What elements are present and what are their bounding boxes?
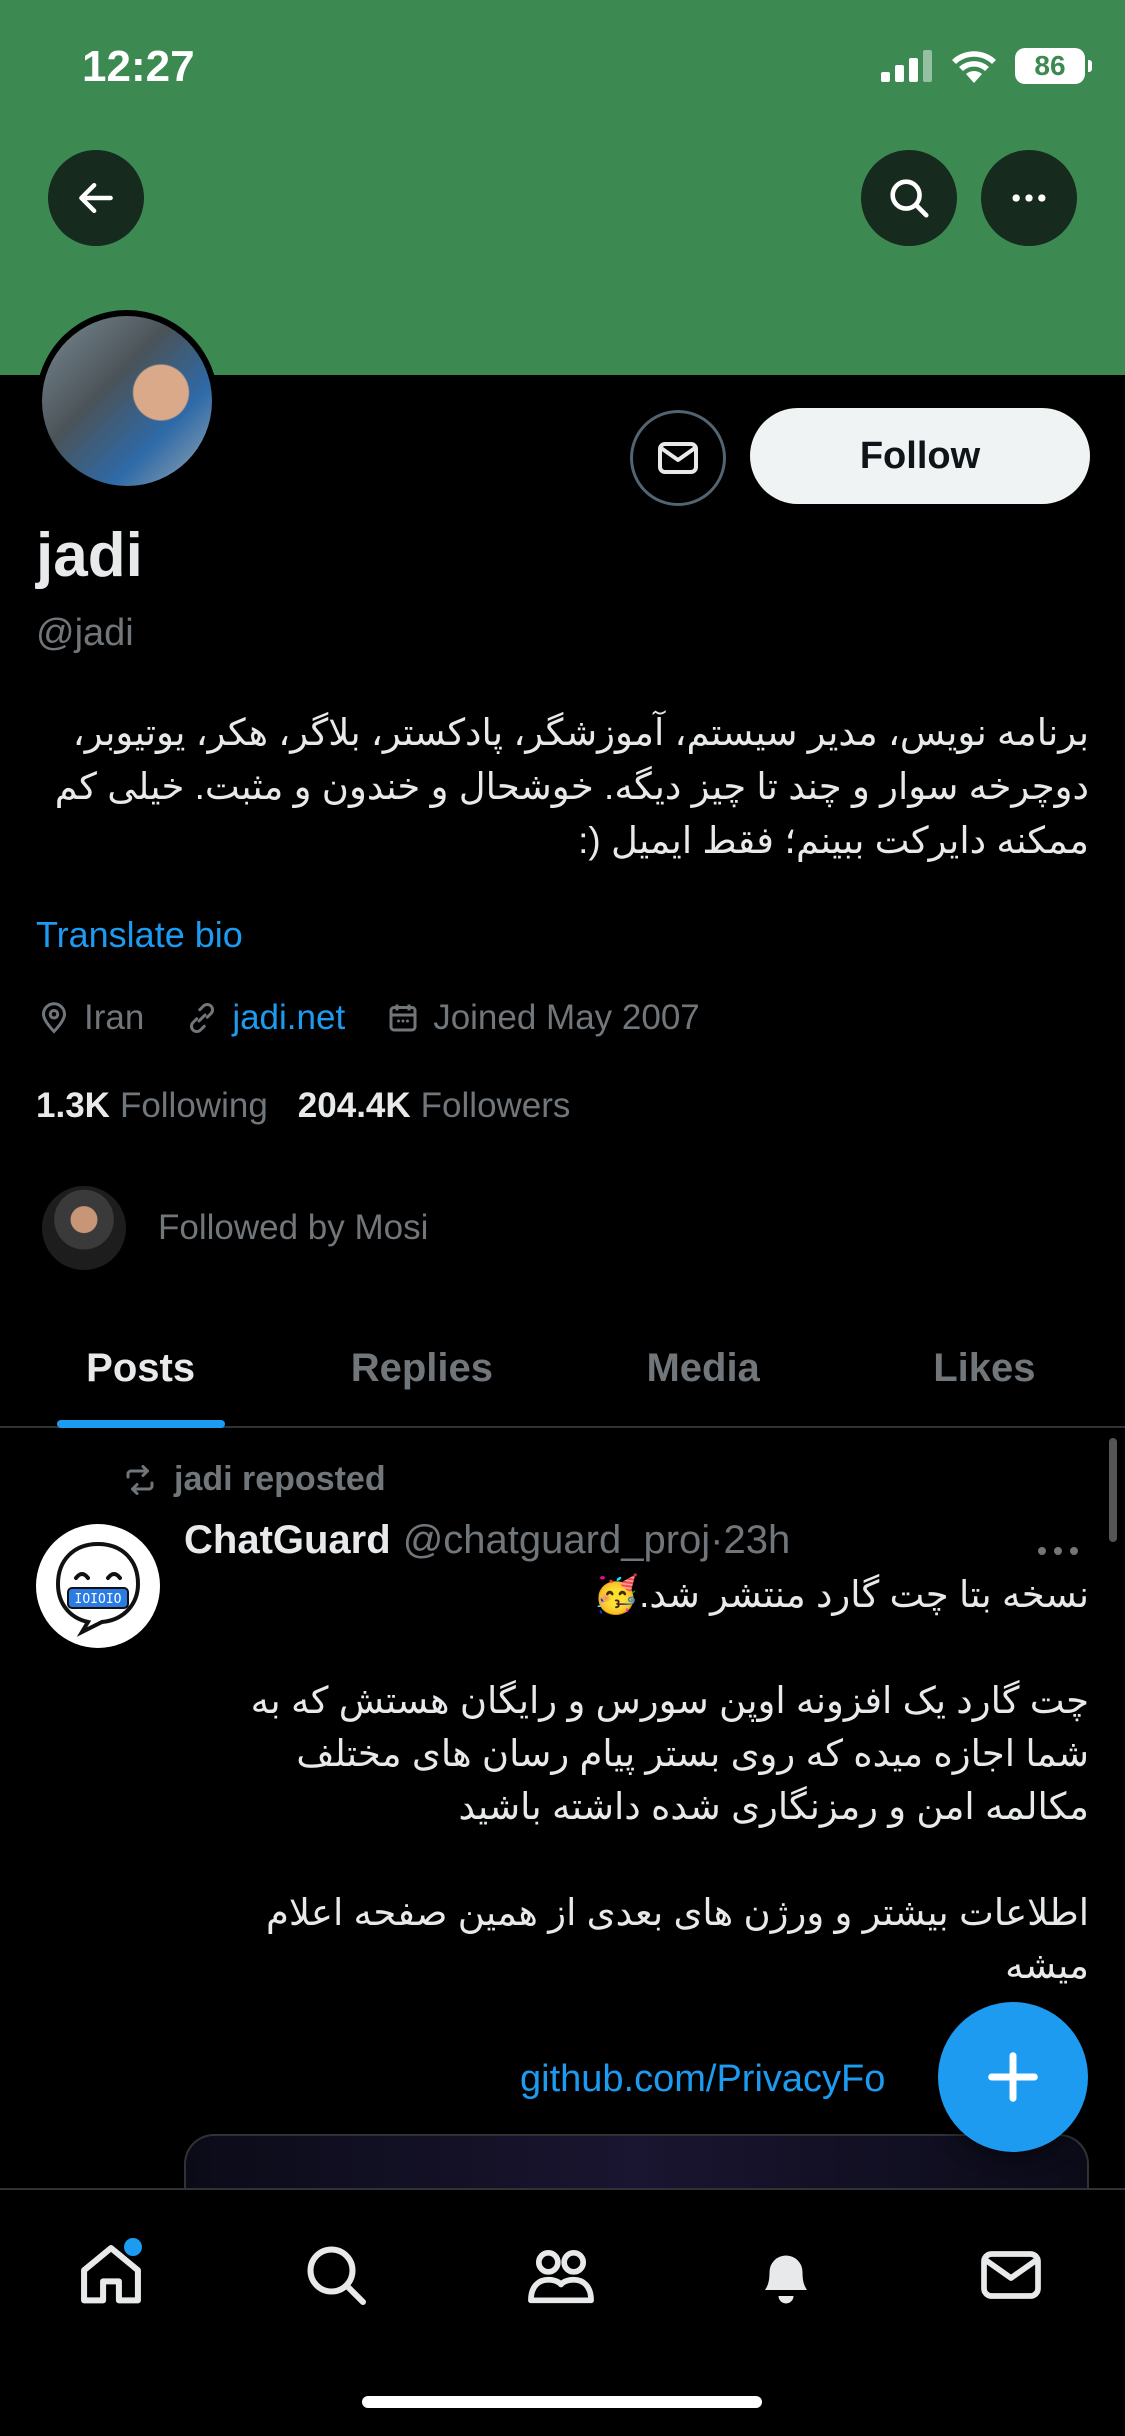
post-paragraph: اطلاعات بیشتر و ورژن های بعدی از همین صف… xyxy=(265,1892,1089,1986)
profile-handle: @jadi xyxy=(36,612,134,654)
repost-indicator: jadi reposted xyxy=(120,1460,386,1499)
search-button[interactable] xyxy=(861,150,957,246)
post-paragraph: نسخه بتا چت گارد منتشر شد.🥳 xyxy=(593,1574,1089,1615)
profile-meta: Iran jadi.net Joined May 2007 xyxy=(36,998,740,1038)
joined-text: Joined May 2007 xyxy=(433,998,700,1037)
tab-replies[interactable]: Replies xyxy=(281,1310,562,1426)
following-label: Following xyxy=(119,1086,268,1125)
nav-messages[interactable] xyxy=(966,2230,1056,2320)
location-text: Iran xyxy=(84,998,145,1037)
followers-count[interactable]: 204.4K Followers xyxy=(298,1086,571,1126)
following-count[interactable]: 1.3K Following xyxy=(36,1086,268,1126)
avatar-image xyxy=(42,316,212,486)
post-time: ·23h xyxy=(710,1518,791,1562)
post-author-handle[interactable]: @chatguard_proj xyxy=(403,1518,710,1563)
tab-media[interactable]: Media xyxy=(563,1310,844,1426)
post-paragraph: چت گارد یک افزونه اوپن سورس و رایگان هست… xyxy=(250,1680,1089,1827)
nav-search[interactable] xyxy=(291,2230,381,2320)
repost-icon xyxy=(126,1464,154,1495)
post-author-name[interactable]: ChatGuard xyxy=(184,1518,391,1563)
more-horizontal-icon xyxy=(1038,1547,1078,1555)
follow-counts: 1.3K Following 204.4K Followers xyxy=(36,1086,600,1126)
location-pin-icon xyxy=(41,1002,67,1034)
status-bar: 12:27 86 xyxy=(0,0,1125,140)
search-icon xyxy=(307,2246,366,2305)
nav-notifications[interactable] xyxy=(741,2230,831,2320)
followed-by[interactable]: Followed by Mosi xyxy=(40,1184,428,1272)
website-link[interactable]: jadi.net xyxy=(232,998,345,1038)
profile-name: jadi xyxy=(36,521,143,590)
location-item: Iran xyxy=(36,998,144,1038)
profile-avatar[interactable] xyxy=(36,310,218,492)
calendar-icon xyxy=(389,1004,417,1032)
follower-avatar xyxy=(40,1184,128,1272)
notification-dot xyxy=(124,2238,142,2256)
follow-button[interactable]: Follow xyxy=(750,408,1090,504)
arrow-left-icon xyxy=(79,182,113,214)
status-time: 12:27 xyxy=(82,42,195,91)
tab-posts[interactable]: Posts xyxy=(0,1310,281,1426)
followers-label: Followers xyxy=(420,1086,571,1125)
profile-tabs: Posts Replies Media Likes xyxy=(0,1310,1125,1428)
nav-home[interactable] xyxy=(66,2230,156,2320)
svg-text:IOIOIO: IOIOIO xyxy=(75,1592,122,1607)
wifi-icon xyxy=(952,51,996,83)
compose-button[interactable] xyxy=(938,2002,1088,2152)
bell-icon xyxy=(765,2255,807,2304)
scrollbar[interactable] xyxy=(1109,1438,1117,1542)
nav-communities[interactable] xyxy=(516,2230,606,2320)
post-body: نسخه بتا چت گارد منتشر شد.🥳 چت گارد یک ا… xyxy=(184,1568,1089,2045)
following-number: 1.3K xyxy=(36,1086,110,1125)
translate-bio-link[interactable]: Translate bio xyxy=(36,914,243,956)
more-options-button[interactable] xyxy=(981,150,1077,246)
followers-number: 204.4K xyxy=(297,1086,411,1125)
post-link[interactable]: github.com/PrivacyFo xyxy=(520,2058,885,2101)
tab-likes[interactable]: Likes xyxy=(844,1310,1125,1426)
post-more-button[interactable] xyxy=(1036,1526,1080,1571)
post-author-avatar[interactable]: IOIOIO xyxy=(36,1524,160,1648)
battery-indicator: 86 xyxy=(1015,48,1092,84)
message-button[interactable] xyxy=(630,410,726,506)
mail-icon xyxy=(981,2251,1041,2299)
plus-icon xyxy=(988,2052,1038,2102)
search-icon xyxy=(890,179,929,218)
followed-by-text: Followed by Mosi xyxy=(158,1208,429,1247)
cellular-signal-icon xyxy=(881,50,932,82)
post-header: ChatGuard @chatguard_proj ·23h xyxy=(184,1518,790,1563)
joined-item: Joined May 2007 xyxy=(385,998,700,1038)
status-icons: 86 xyxy=(881,48,1092,84)
mail-icon xyxy=(658,442,698,474)
profile-bio: برنامه نویس، مدیر سیستم، آموزشگر، پادکست… xyxy=(54,712,1089,861)
repost-label[interactable]: jadi reposted xyxy=(174,1460,386,1499)
home-indicator[interactable] xyxy=(362,2396,762,2408)
website-item[interactable]: jadi.net xyxy=(184,998,345,1038)
communities-icon xyxy=(528,2249,594,2304)
back-button[interactable] xyxy=(48,150,144,246)
chatguard-logo-icon: IOIOIO xyxy=(55,1541,141,1637)
more-horizontal-icon xyxy=(1012,194,1046,202)
link-icon xyxy=(190,1002,215,1034)
